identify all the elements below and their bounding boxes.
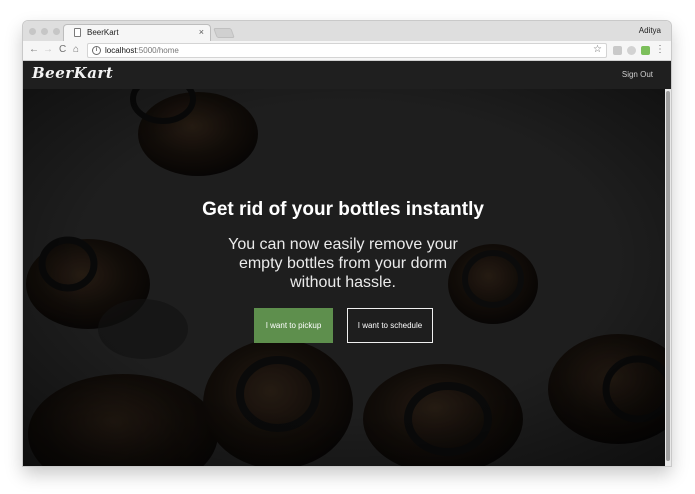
- extension-icon[interactable]: [641, 46, 650, 55]
- maximize-window-button[interactable]: [53, 28, 60, 35]
- browser-tab[interactable]: BeerKart ×: [63, 24, 211, 41]
- extension-icon[interactable]: [627, 46, 636, 55]
- reload-icon[interactable]: C: [59, 44, 66, 56]
- info-icon[interactable]: i: [92, 46, 101, 55]
- tab-strip: BeerKart × Aditya: [23, 21, 671, 41]
- document-icon: [74, 28, 81, 37]
- url-path: :5000/home: [136, 46, 179, 55]
- hero-headline: Get rid of your bottles instantly: [202, 199, 484, 220]
- profile-name[interactable]: Aditya: [639, 26, 661, 35]
- minimize-window-button[interactable]: [41, 28, 48, 35]
- extension-icon[interactable]: [613, 46, 622, 55]
- page-viewport: BeerKart Sign Out Get rid of your bottle…: [23, 61, 671, 466]
- address-bar[interactable]: i localhost:5000/home ☆: [87, 43, 607, 58]
- menu-icon[interactable]: ⋮: [655, 44, 665, 56]
- close-icon[interactable]: ×: [199, 27, 204, 37]
- sign-out-link[interactable]: Sign Out: [622, 70, 653, 79]
- brand-logo[interactable]: BeerKart: [32, 64, 113, 82]
- site-navbar: BeerKart Sign Out: [23, 61, 671, 89]
- hero-subhead: You can now easily remove your empty bot…: [228, 236, 458, 291]
- close-window-button[interactable]: [29, 28, 36, 35]
- star-icon[interactable]: ☆: [593, 44, 602, 55]
- browser-toolbar: ← → C ⌂ i localhost:5000/home ☆ ⋮: [23, 41, 671, 61]
- schedule-button[interactable]: I want to schedule: [347, 308, 433, 343]
- url-host: localhost: [105, 46, 137, 55]
- home-icon[interactable]: ⌂: [73, 44, 79, 56]
- scrollbar[interactable]: [665, 89, 671, 466]
- tab-title: BeerKart: [87, 28, 119, 37]
- forward-arrow-icon[interactable]: →: [43, 44, 53, 56]
- back-arrow-icon[interactable]: ←: [29, 44, 39, 56]
- url-text[interactable]: localhost:5000/home: [105, 46, 179, 55]
- hero-section: Get rid of your bottles instantly You ca…: [23, 89, 671, 466]
- scroll-thumb[interactable]: [666, 91, 670, 461]
- browser-window: BeerKart × Aditya ← → C ⌂ i localhost:50…: [23, 21, 671, 466]
- pickup-button[interactable]: I want to pickup: [254, 308, 333, 343]
- new-tab-button[interactable]: [213, 28, 235, 38]
